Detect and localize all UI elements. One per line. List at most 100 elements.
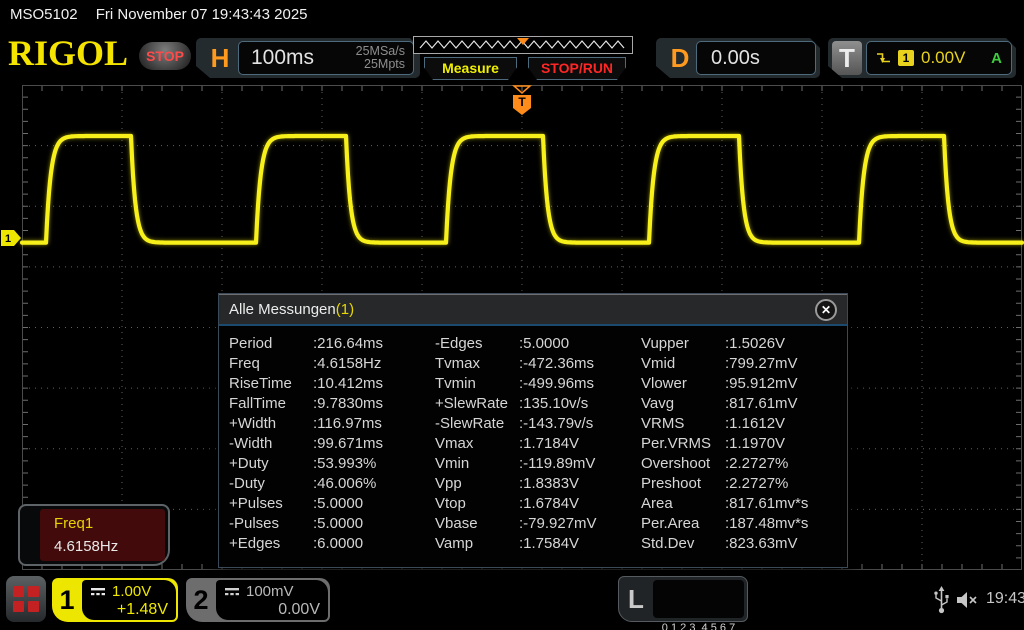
measurement-label: Overshoot	[641, 455, 711, 472]
channel1-badge[interactable]: 1 1.00V +1.48V	[52, 578, 178, 622]
measurement-row: +SlewRate:135.10v/s	[435, 395, 641, 415]
measurement-row: Area :817.61mv*s	[641, 495, 847, 515]
measurement-label: VRMS	[641, 415, 685, 432]
measurement-label: +Pulses	[229, 495, 283, 512]
delay-value: 0.00s	[711, 46, 760, 69]
trigger-source-badge: 1	[898, 50, 914, 66]
logic-channels-badge[interactable]: L 0 1 2 3 4 5 6 7 8 9 10 11 12 13 14 15	[618, 576, 748, 630]
usb-icon	[934, 586, 949, 614]
measurement-label: FallTime	[229, 395, 286, 412]
measurement-label: +SlewRate	[435, 395, 508, 412]
close-button[interactable]: ✕	[815, 298, 837, 321]
bottombar: 1 1.00V +1.48V 2 100mV 0.00V L 0 1 2 3 4…	[0, 570, 1024, 630]
delay-box[interactable]: D 0.00s	[656, 38, 820, 78]
measurement-label: Period	[229, 335, 273, 352]
measurement-value: :116.97ms	[313, 415, 382, 432]
measurement-value: :1.5026V	[725, 335, 786, 352]
channel1-offset: +1.48V	[116, 601, 168, 618]
freq-measurement-readout: Freq1 4.6158Hz	[18, 504, 170, 566]
dc-coupling-icon	[225, 587, 239, 595]
measurement-label: Per.Area	[641, 515, 700, 532]
measurement-label: Vpp	[435, 475, 462, 492]
channel1-scale: 1.00V	[112, 583, 152, 600]
measurement-value: :-79.927mV	[519, 515, 597, 532]
measurement-value: :-143.79v/s	[519, 415, 594, 432]
stop-run-button[interactable]: STOP/RUN	[528, 57, 626, 80]
toolbar: RIGOL STOP H 100ms 25MSa/s 25Mpts Measur…	[0, 30, 1024, 85]
measurement-value: :5.0000	[313, 515, 364, 532]
oscilloscope-screen: MSO5102 Fri November 07 19:43:43 2025 RI…	[0, 0, 1024, 630]
measurement-row: Per.VRMS:1.1970V	[641, 435, 847, 455]
measurement-value: :1.7584V	[519, 535, 580, 552]
svg-text:T: T	[518, 95, 526, 109]
measurement-label: +Edges	[229, 535, 281, 552]
panel-count-badge: (1)	[335, 301, 355, 318]
clock: 19:43	[986, 590, 1024, 607]
channel2-scale: 100mV	[246, 583, 294, 600]
measurement-value: :9.7830ms	[313, 395, 384, 412]
measurement-value: :1.1970V	[725, 435, 786, 452]
horizontal-settings-box[interactable]: H 100ms 25MSa/s 25Mpts	[196, 38, 420, 78]
measure-button[interactable]: Measure	[424, 57, 517, 80]
measurement-row: Vtop:1.6784V	[435, 495, 641, 515]
logic-row-1: 0 1 2 3 4 5 6 7	[661, 622, 736, 630]
measurement-row: -Duty:46.006%	[229, 475, 435, 495]
measurement-row: -Edges :5.0000	[435, 335, 641, 355]
measurement-column: Period:216.64ms Freq:4.6158Hz RiseTime:10.…	[229, 335, 435, 567]
measurement-label: Std.Dev	[641, 535, 695, 552]
trigger-label: T	[832, 41, 862, 75]
measurement-row: RiseTime:10.412ms	[229, 375, 435, 395]
quick-menu-button[interactable]	[6, 576, 46, 622]
channel2-offset: 0.00V	[278, 601, 320, 618]
measurement-row: +Pulses:5.0000	[229, 495, 435, 515]
measurement-value: :2.2727%	[725, 475, 789, 492]
measurement-value: :1.1612V	[725, 415, 786, 432]
panel-title: Alle Messungen	[229, 301, 336, 318]
channel2-number: 2	[193, 585, 209, 615]
measurement-row: Vlower:95.912mV	[641, 375, 847, 395]
measurement-label: Area	[641, 495, 673, 512]
logic-channel-numbers: 0 1 2 3 4 5 6 7 8 9 10 11 12 13 14 15	[653, 580, 744, 630]
channel1-trace	[19, 133, 1024, 245]
measurement-value: :-472.36ms	[519, 355, 595, 372]
acquisition-info: 25MSa/s 25Mpts	[356, 45, 405, 71]
channel2-badge[interactable]: 2 100mV 0.00V	[186, 578, 330, 622]
freq-readout-label: Freq1	[54, 515, 94, 532]
measurement-label: -Pulses	[229, 515, 280, 532]
measurement-value: :46.006%	[313, 475, 377, 492]
measurement-value: :5.0000	[519, 335, 570, 352]
waveform-preview-strip[interactable]	[413, 36, 633, 54]
measurement-row: Std.Dev:823.63mV	[641, 535, 847, 555]
rigol-logo: RIGOL	[8, 33, 129, 73]
trigger-box[interactable]: T 1 0.00V A	[828, 38, 1016, 78]
measurement-value: :6.0000	[313, 535, 364, 552]
memory-depth: 25Mpts	[364, 57, 405, 71]
channel1-ground-marker[interactable]: 1	[1, 230, 21, 246]
measurement-row: -Width:99.671ms	[229, 435, 435, 455]
measurement-label: -Edges	[435, 335, 483, 352]
measurement-row: +Edges :6.0000	[229, 535, 435, 555]
measurement-label: Vtop	[435, 495, 466, 512]
measurement-value: :817.61mv*s	[725, 495, 809, 512]
trigger-level-value: 0.00V	[921, 48, 966, 67]
measurement-value: :10.412ms	[313, 375, 384, 392]
run-state-badge: STOP	[139, 42, 191, 70]
measurement-value: :1.8383V	[519, 475, 580, 492]
logic-label: L	[628, 584, 644, 614]
measurement-value: :95.912mV	[725, 375, 798, 392]
measurement-row: FallTime :9.7830ms	[229, 395, 435, 415]
measurement-row: Preshoot :2.2727%	[641, 475, 847, 495]
measurement-row: Vmin:-119.89mV	[435, 455, 641, 475]
datetime: Fri November 07 19:43:43 2025	[95, 6, 308, 23]
measurement-row: Vmid:799.27mV	[641, 355, 847, 375]
measurement-label: Preshoot	[641, 475, 702, 492]
svg-text:1: 1	[5, 233, 11, 245]
topbar: MSO5102 Fri November 07 19:43:43 2025	[0, 0, 1024, 30]
measurement-row: -SlewRate:-143.79v/s	[435, 415, 641, 435]
measurement-row: VRMS :1.1612V	[641, 415, 847, 435]
dc-coupling-icon	[91, 587, 105, 595]
measurement-label: Vupper	[641, 335, 689, 352]
measurement-label: Vavg	[641, 395, 675, 412]
close-icon: ✕	[820, 302, 832, 317]
measurement-row: Vamp:1.7584V	[435, 535, 641, 555]
